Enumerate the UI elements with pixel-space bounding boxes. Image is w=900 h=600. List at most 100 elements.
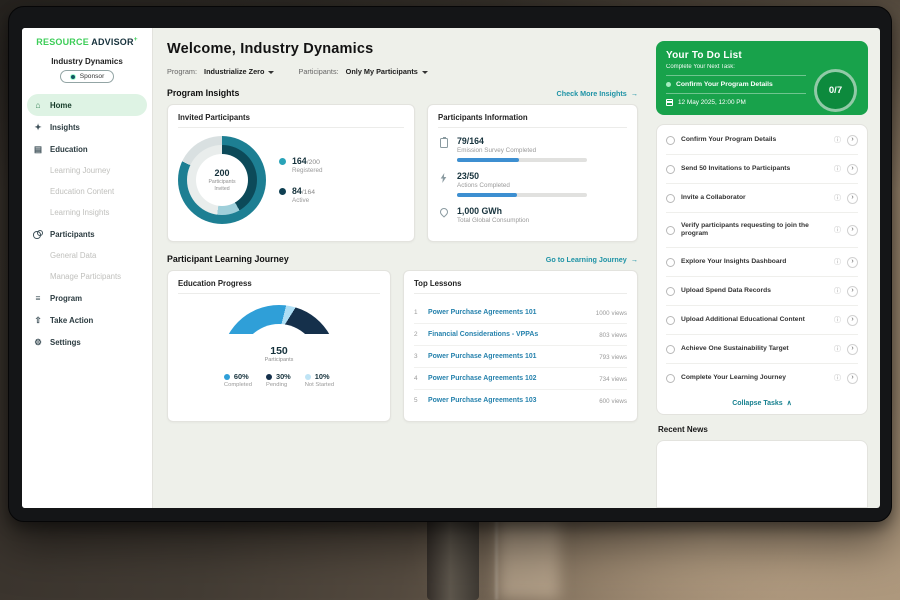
chevron-right-icon[interactable]: › xyxy=(847,286,858,297)
sponsor-badge[interactable]: Sponsor xyxy=(60,70,115,83)
card-title: Top Lessons xyxy=(414,279,627,294)
todo-next-task: Confirm Your Program Details xyxy=(676,81,773,88)
todo-task-row[interactable]: Confirm Your Program Details ⓘ › xyxy=(666,126,858,155)
divider xyxy=(666,75,806,76)
task-checkbox[interactable] xyxy=(666,194,675,203)
task-checkbox[interactable] xyxy=(666,226,675,235)
program-icon: ≡ xyxy=(33,293,43,303)
invited-participants-card: Invited Participants 200 Participants In… xyxy=(167,104,415,242)
todo-task-row[interactable]: Upload Spend Data Records ⓘ › xyxy=(666,277,858,306)
todo-task-row[interactable]: Verify participants requesting to join t… xyxy=(666,213,858,248)
card-title: Invited Participants xyxy=(178,113,404,128)
todo-task-row[interactable]: Achieve One Sustainability Target ⓘ › xyxy=(666,335,858,364)
chevron-right-icon[interactable]: › xyxy=(847,257,858,268)
info-icon[interactable]: ⓘ xyxy=(834,225,841,235)
sidebar-item-label: Home xyxy=(50,101,72,110)
info-icon[interactable]: ⓘ xyxy=(834,164,841,174)
org-name: Industry Dynamics xyxy=(22,57,152,66)
monitor-bezel: RESOURCE ADVISOR+ Industry Dynamics Spon… xyxy=(8,6,892,522)
info-icon[interactable]: ⓘ xyxy=(834,344,841,354)
task-label: Upload Additional Educational Content xyxy=(681,316,828,325)
recent-news-title: Recent News xyxy=(658,425,866,434)
lesson-rank: 5 xyxy=(414,397,420,404)
lesson-title-link[interactable]: Power Purchase Agreements 103 xyxy=(428,397,589,404)
check-more-insights-link[interactable]: Check More Insights → xyxy=(557,89,638,98)
chevron-right-icon[interactable]: › xyxy=(847,225,858,236)
sidebar-item-home[interactable]: ⌂ Home xyxy=(27,94,147,116)
progress-fill xyxy=(457,158,519,162)
lesson-rank: 3 xyxy=(414,353,420,360)
calendar-icon xyxy=(666,99,673,106)
task-checkbox[interactable] xyxy=(666,374,675,383)
collapse-label: Collapse Tasks xyxy=(732,400,782,407)
sidebar-item-participants[interactable]: Participants xyxy=(22,223,152,245)
legend-total: /164 xyxy=(302,189,315,196)
insights-icon: ✦ xyxy=(33,122,43,133)
chevron-right-icon[interactable]: › xyxy=(847,315,858,326)
sidebar-item-general-data[interactable]: General Data xyxy=(22,245,152,266)
legend-label: Completed xyxy=(224,382,252,388)
lesson-views: 1000 xyxy=(596,310,610,317)
sidebar-item-settings[interactable]: ⚙ Settings xyxy=(22,331,152,353)
todo-tasks-card: Confirm Your Program Details ⓘ › Send 50… xyxy=(656,124,868,415)
lesson-title-link[interactable]: Financial Considerations - VPPAs xyxy=(428,331,589,338)
info-row-survey: 79/164 Emission Survey Completed xyxy=(438,136,627,162)
chevron-right-icon[interactable]: › xyxy=(847,164,858,175)
info-icon[interactable]: ⓘ xyxy=(834,286,841,296)
participants-select[interactable]: Only My Participants xyxy=(346,67,428,76)
legend-pct: 60% xyxy=(234,372,249,381)
task-checkbox[interactable] xyxy=(666,165,675,174)
chevron-right-icon[interactable]: › xyxy=(847,193,858,204)
sidebar-item-take-action[interactable]: ⇧ Take Action xyxy=(22,309,152,331)
legend-dot-icon xyxy=(305,374,311,380)
task-checkbox[interactable] xyxy=(666,316,675,325)
sidebar-item-label: Education xyxy=(50,145,88,154)
legend-item-registered: 164/200 Registered xyxy=(279,156,322,174)
info-icon[interactable]: ⓘ xyxy=(834,257,841,267)
chevron-right-icon[interactable]: › xyxy=(847,373,858,384)
todo-task-row[interactable]: Upload Additional Educational Content ⓘ … xyxy=(666,306,858,335)
sidebar-item-manage-participants[interactable]: Manage Participants xyxy=(22,266,152,287)
todo-progress-value: 0/7 xyxy=(829,85,842,96)
learning-journey-header: Participant Learning Journey Go to Learn… xyxy=(167,254,638,264)
lesson-views-word: views xyxy=(612,310,627,317)
todo-task-row[interactable]: Complete Your Learning Journey ⓘ › xyxy=(666,364,858,392)
sidebar-item-insights[interactable]: ✦ Insights xyxy=(22,116,152,138)
lesson-views-word: views xyxy=(612,332,627,339)
collapse-tasks-button[interactable]: Collapse Tasks ∧ xyxy=(666,392,858,411)
chevron-right-icon[interactable]: › xyxy=(847,135,858,146)
program-select[interactable]: Industrialize Zero xyxy=(204,67,274,76)
legend-pct: 10% xyxy=(315,372,330,381)
todo-task-row[interactable]: Invite a Collaborator ⓘ › xyxy=(666,184,858,213)
info-icon[interactable]: ⓘ xyxy=(834,373,841,383)
lesson-title-link[interactable]: Power Purchase Agreements 102 xyxy=(428,375,589,382)
info-icon[interactable]: ⓘ xyxy=(834,135,841,145)
task-checkbox[interactable] xyxy=(666,136,675,145)
todo-task-row[interactable]: Explore Your Insights Dashboard ⓘ › xyxy=(666,248,858,277)
sidebar-item-label: Participants xyxy=(50,230,95,239)
take-action-icon: ⇧ xyxy=(33,315,43,326)
go-to-learning-journey-link[interactable]: Go to Learning Journey → xyxy=(546,255,638,264)
sidebar-item-education[interactable]: ▤ Education xyxy=(22,138,152,160)
divider xyxy=(666,93,806,94)
sidebar-item-label: Learning Journey xyxy=(50,166,110,175)
info-icon[interactable]: ⓘ xyxy=(834,193,841,203)
sidebar-item-label: General Data xyxy=(50,251,96,260)
task-checkbox[interactable] xyxy=(666,345,675,354)
task-label: Invite a Collaborator xyxy=(681,194,828,203)
lesson-title-link[interactable]: Power Purchase Agreements 101 xyxy=(428,353,589,360)
task-checkbox[interactable] xyxy=(666,258,675,267)
sidebar-item-learning-insights[interactable]: Learning Insights xyxy=(22,202,152,223)
info-icon[interactable]: ⓘ xyxy=(834,315,841,325)
task-checkbox[interactable] xyxy=(666,287,675,296)
chevron-right-icon[interactable]: › xyxy=(847,344,858,355)
sidebar-item-program[interactable]: ≡ Program xyxy=(22,287,152,309)
sidebar-item-education-content[interactable]: Education Content xyxy=(22,181,152,202)
sidebar-item-label: Education Content xyxy=(50,187,114,196)
todo-task-row[interactable]: Send 50 Invitations to Participants ⓘ › xyxy=(666,155,858,184)
top-lessons-card: Top Lessons 1 Power Purchase Agreements … xyxy=(403,270,638,422)
sidebar-item-learning-journey[interactable]: Learning Journey xyxy=(22,160,152,181)
legend-label: Not Started xyxy=(305,382,334,388)
lesson-title-link[interactable]: Power Purchase Agreements 101 xyxy=(428,309,586,316)
bolt-icon xyxy=(440,173,448,183)
